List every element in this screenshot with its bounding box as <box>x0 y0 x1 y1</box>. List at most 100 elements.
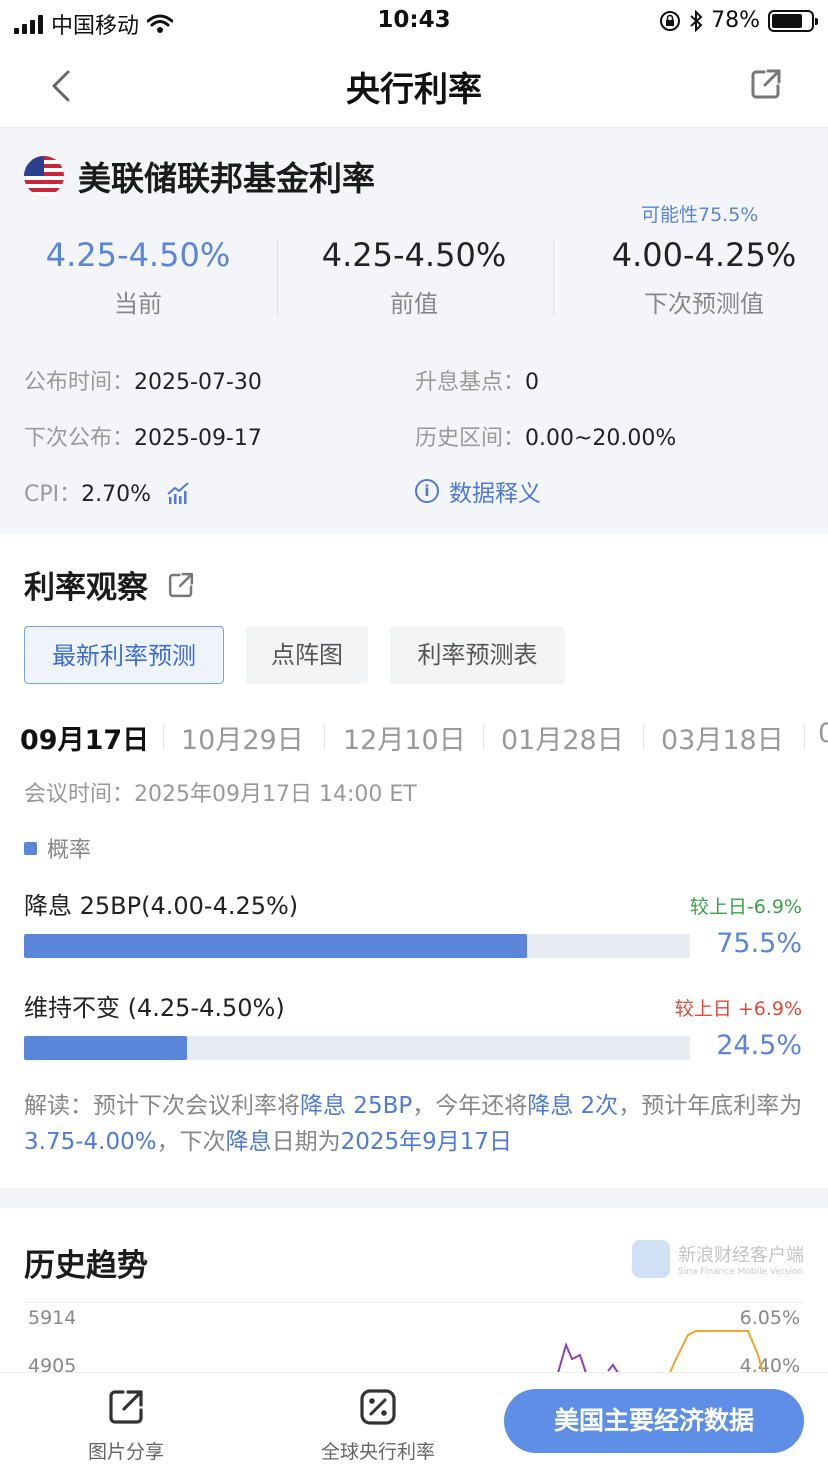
date-divider <box>483 724 484 750</box>
forecast-rate: 4.00-4.25% 下次预测值 <box>566 236 828 319</box>
probability-legend: 概率 <box>24 832 91 864</box>
date-tab[interactable]: 0 <box>818 718 828 749</box>
forecast-probability: 可能性75.5% <box>641 204 759 226</box>
page-title: 央行利率 <box>346 70 482 110</box>
interp-text: ，预计年底利率为 <box>618 1093 803 1119</box>
option-change: 较上日-6.9% <box>689 896 802 918</box>
percent-icon <box>360 1389 396 1425</box>
data-explanation-label: 数据释义 <box>449 481 541 507</box>
tab-latest-forecast[interactable]: 最新利率预测 <box>24 626 224 684</box>
data-explanation-link[interactable]: i 数据释义 <box>415 474 541 508</box>
share-image-icon <box>109 1390 143 1424</box>
cpi-value: 2.70% <box>81 482 152 507</box>
publish-time-value: 2025-07-30 <box>134 370 262 395</box>
probability-bar <box>24 1036 690 1060</box>
watermark-subtitle: Sina Finance Mobile Version <box>678 1267 804 1277</box>
history-range-label: 历史区间： <box>415 426 526 451</box>
previous-rate-value: 4.25-4.50% <box>321 236 507 274</box>
global-rates-label: 全球央行利率 <box>320 1441 435 1463</box>
option-percent: 75.5% <box>716 928 802 959</box>
fed-title: 美联储联邦基金利率 <box>24 152 375 200</box>
bottom-bar: 图片分享 全球央行利率 美国主要经济数据 <box>0 1372 828 1472</box>
left-series-line <box>557 1342 587 1374</box>
hike-bps-label: 升息基点： <box>415 370 526 395</box>
interp-text: ，今年还将 <box>412 1093 528 1119</box>
history-title: 历史趋势 <box>24 1248 148 1284</box>
date-divider <box>163 724 164 750</box>
probability-bar-fill <box>24 934 527 958</box>
option-percent: 24.5% <box>716 1030 802 1061</box>
date-tab[interactable]: 12月10日 <box>343 718 466 757</box>
forecast-rate-label: 下次预测值 <box>644 290 764 318</box>
sina-logo-icon <box>632 1240 670 1278</box>
publish-time-label: 公布时间： <box>24 370 135 395</box>
date-divider <box>324 724 325 750</box>
date-tab[interactable]: 01月28日 <box>501 718 624 757</box>
interp-highlight: 降息 <box>225 1129 272 1155</box>
interp-text: 日期为 <box>271 1129 341 1155</box>
info-icon: i <box>415 479 439 503</box>
interp-text: ，下次 <box>156 1129 226 1155</box>
image-share-button[interactable]: 图片分享 <box>36 1387 216 1464</box>
hike-bps-value: 0 <box>525 370 540 395</box>
hike-bps: 升息基点：0 <box>415 364 539 396</box>
date-divider <box>804 724 805 750</box>
previous-rate-label: 前值 <box>390 290 438 318</box>
interpretation-text: 解读：预计下次会议利率将降息 25BP，今年还将降息 2次，预计年底利率为 3.7… <box>24 1088 806 1160</box>
external-link-icon[interactable] <box>166 570 196 600</box>
current-rate-value: 4.25-4.50% <box>45 236 231 274</box>
interp-highlight: 3.75-4.00% <box>24 1129 157 1155</box>
date-tab[interactable]: 10月29日 <box>181 718 304 757</box>
option-label: 降息 25BP(4.00-4.25%) <box>24 892 299 920</box>
probability-bar-fill <box>24 1036 188 1060</box>
image-share-label: 图片分享 <box>87 1441 164 1463</box>
tab-dot-plot[interactable]: 点阵图 <box>246 626 368 684</box>
current-rate-label: 当前 <box>114 290 162 318</box>
option-label: 维持不变 (4.25-4.50%) <box>24 994 285 1022</box>
watermark-title: 新浪财经客户端 <box>678 1245 804 1266</box>
trend-chart-icon[interactable] <box>166 481 190 505</box>
date-divider <box>643 724 644 750</box>
previous-rate: 4.25-4.50% 前值 <box>276 236 552 319</box>
orientation-lock-icon <box>660 10 681 31</box>
interp-highlight: 降息 2次 <box>527 1093 619 1119</box>
rate-watch-title: 利率观察 <box>24 570 148 606</box>
forecast-rate-value: 4.00-4.25% <box>611 236 797 274</box>
right-series-line <box>667 1330 765 1376</box>
section-divider <box>0 1188 828 1208</box>
interp-text: 解读：预计下次会议利率将 <box>24 1093 300 1119</box>
meeting-time: 会议时间：2025年09月17日 14:00 ET <box>24 782 417 807</box>
date-tab[interactable]: 09月17日 <box>20 718 149 757</box>
global-rates-button[interactable]: 全球央行利率 <box>288 1387 468 1464</box>
interp-highlight: 降息 25BP <box>300 1093 413 1119</box>
option-change: 较上日 +6.9% <box>674 998 802 1020</box>
legend-label: 概率 <box>47 838 92 863</box>
bluetooth-icon <box>690 9 703 32</box>
next-publish-label: 下次公布： <box>24 426 135 451</box>
interp-highlight: 2025年9月17日 <box>340 1129 513 1155</box>
history-range-value: 0.00~20.00% <box>525 426 677 451</box>
date-tab[interactable]: 03月18日 <box>661 718 784 757</box>
sina-watermark: 新浪财经客户端 Sina Finance Mobile Version <box>632 1240 804 1278</box>
rate-watch-header: 利率观察 <box>24 562 196 607</box>
tab-forecast-table[interactable]: 利率预测表 <box>390 626 565 684</box>
nav-bar: 央行利率 <box>0 44 828 128</box>
publish-time: 公布时间：2025-07-30 <box>24 364 262 396</box>
probability-bar <box>24 934 690 958</box>
rate-summary-card: 美联储联邦基金利率 可能性75.5% 4.25-4.50% 当前 4.25-4.… <box>0 128 828 534</box>
status-bar: 中国移动 10:43 78% <box>0 0 828 44</box>
next-publish: 下次公布：2025-09-17 <box>24 420 262 452</box>
battery-percent: 78% <box>711 8 760 33</box>
cpi[interactable]: CPI：2.70% <box>24 476 190 508</box>
us-economic-data-button[interactable]: 美国主要经济数据 <box>504 1389 804 1453</box>
legend-swatch <box>24 841 37 855</box>
us-flag-icon <box>24 156 64 196</box>
meeting-date-tabs: 09月17日 10月29日 12月10日 01月28日 03月18日 0 <box>0 714 828 760</box>
divider <box>553 240 554 316</box>
battery-icon <box>768 9 818 32</box>
share-icon[interactable] <box>748 66 784 102</box>
cpi-label: CPI： <box>24 482 82 507</box>
status-right: 78% <box>659 8 818 33</box>
history-chart[interactable]: 5914 4905 6.05% 4.40% <box>24 1302 804 1376</box>
history-chart-lines <box>557 1330 765 1376</box>
